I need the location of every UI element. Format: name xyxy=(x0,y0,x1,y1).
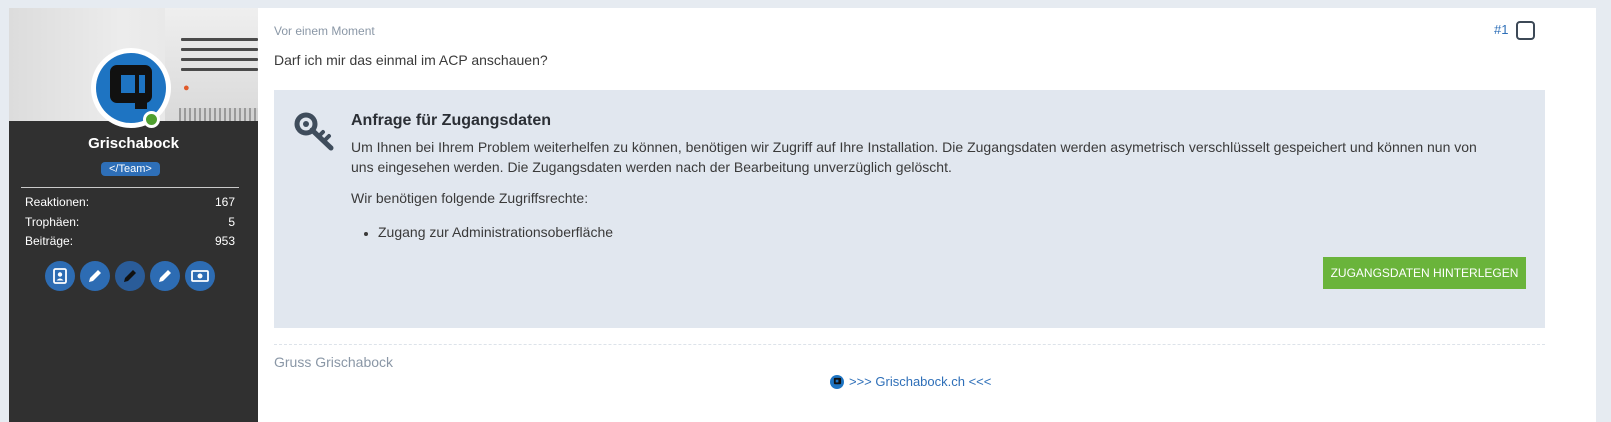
money-button[interactable] xyxy=(185,261,215,291)
pencil-icon xyxy=(89,270,101,282)
avatar-logo-icon xyxy=(110,65,152,109)
pencil-icon xyxy=(159,270,171,282)
edit-button-2[interactable] xyxy=(115,261,145,291)
post-permalink[interactable]: #1 xyxy=(1494,22,1508,37)
author-stats: Reaktionen: 167 Trophäen: 5 Beiträge: 95… xyxy=(21,187,239,252)
post-select-checkbox[interactable] xyxy=(1516,21,1535,40)
money-bill-icon xyxy=(191,270,209,282)
signature-text: Gruss Grischabock xyxy=(274,354,394,370)
profile-button[interactable] xyxy=(45,261,75,291)
key-icon xyxy=(294,112,334,151)
stat-label: Reaktionen: xyxy=(25,195,90,209)
edit-button-3[interactable] xyxy=(150,261,180,291)
user-title-badge: </Team> xyxy=(101,162,160,176)
address-book-icon xyxy=(53,268,67,284)
list-item: Zugang zur Administrationsoberfläche xyxy=(378,224,613,240)
post-content: Vor einem Moment #1 Darf ich mir das ein… xyxy=(258,8,1596,422)
access-box-description: Um Ihnen bei Ihrem Problem weiterhelfen … xyxy=(351,139,1477,175)
access-rights-label: Wir benötigen folgende Zugriffsrechte: xyxy=(351,190,589,206)
stat-row-posts[interactable]: Beiträge: 953 xyxy=(21,232,239,252)
stat-row-reactions[interactable]: Reaktionen: 167 xyxy=(21,193,239,213)
signature-divider xyxy=(274,344,1545,345)
edit-button-1[interactable] xyxy=(80,261,110,291)
access-rights-list: Zugang zur Administrationsoberfläche xyxy=(378,224,613,240)
access-box-title: Anfrage für Zugangsdaten xyxy=(351,112,552,129)
stat-label: Trophäen: xyxy=(25,214,80,229)
access-request-box: Anfrage für Zugangsdaten Um Ihnen bei Ih… xyxy=(274,90,1545,328)
author-sidebar: ● Grischabock </Team> Reaktionen: 167 Tr… xyxy=(9,8,258,422)
signature-link-text: >>> Grischabock.ch <<< xyxy=(849,374,992,389)
apple-logo-icon: ● xyxy=(183,82,190,94)
site-logo-icon xyxy=(830,374,844,389)
cover-computer-shape xyxy=(165,8,258,121)
pencil-icon xyxy=(124,270,136,282)
author-username[interactable]: Grischabock xyxy=(9,135,258,152)
post-timestamp[interactable]: Vor einem Moment xyxy=(274,24,375,38)
stat-label: Beiträge: xyxy=(25,234,74,248)
message-container: ● Grischabock </Team> Reaktionen: 167 Tr… xyxy=(9,8,1596,422)
stat-row-trophies[interactable]: Trophäen: 5 xyxy=(21,213,239,233)
stat-value: 167 xyxy=(214,195,235,209)
stat-value: 5 xyxy=(228,214,235,229)
author-action-buttons xyxy=(45,261,215,291)
signature-link[interactable]: >>> Grischabock.ch <<< xyxy=(830,374,991,389)
post-message-text: Darf ich mir das einmal im ACP anschauen… xyxy=(274,52,548,68)
deposit-credentials-button[interactable]: ZUGANGSDATEN HINTERLEGEN xyxy=(1323,257,1526,289)
online-status-indicator xyxy=(143,111,160,128)
stat-value: 953 xyxy=(214,234,235,248)
